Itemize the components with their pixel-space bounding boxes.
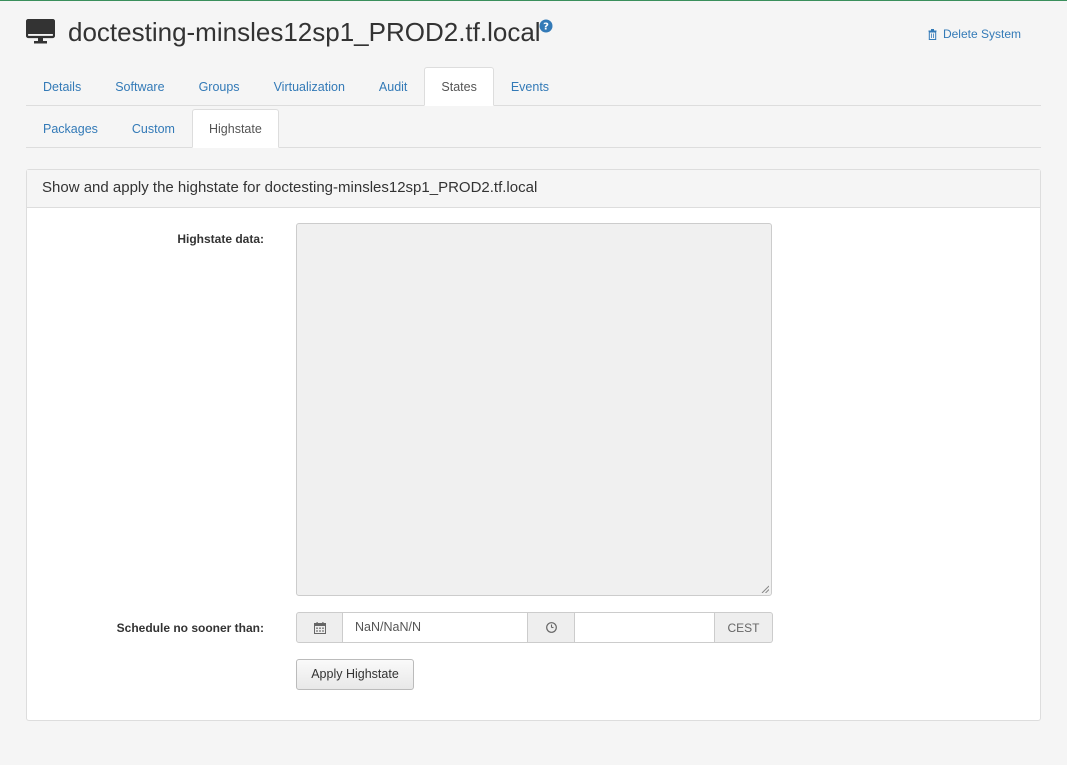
- timezone-badge: CEST: [715, 612, 773, 643]
- clock-icon: [545, 622, 557, 633]
- page-title: doctesting-minsles12sp1_PROD2.tf.local: [68, 17, 541, 47]
- highstate-data-textarea[interactable]: [296, 223, 772, 596]
- trash-icon: [928, 28, 937, 40]
- top-accent-rule: [0, 0, 1067, 1]
- secondary-tabs: Packages Custom Highstate: [26, 109, 1041, 148]
- panel-heading: Show and apply the highstate for doctest…: [27, 170, 1040, 208]
- delete-system-button[interactable]: Delete System: [928, 27, 1021, 41]
- tab-states[interactable]: States: [424, 67, 494, 106]
- question-circle-icon[interactable]: ?: [539, 19, 553, 33]
- delete-system-label: Delete System: [942, 27, 1021, 41]
- tab-custom[interactable]: Custom: [115, 109, 192, 148]
- date-input[interactable]: NaN/NaN/N: [343, 612, 528, 643]
- page-header: doctesting-minsles12sp1_PROD2.tf.local ?…: [26, 14, 1041, 54]
- primary-tabs: Details Software Groups Virtualization A…: [26, 67, 1041, 106]
- tab-highstate[interactable]: Highstate: [191, 109, 279, 148]
- resize-grip-icon[interactable]: [761, 585, 769, 593]
- tab-virtualization[interactable]: Virtualization: [257, 67, 362, 106]
- apply-highstate-button[interactable]: Apply Highstate: [296, 659, 414, 690]
- tab-packages[interactable]: Packages: [26, 109, 115, 148]
- date-picker-button[interactable]: [296, 612, 343, 643]
- tab-audit[interactable]: Audit: [362, 67, 425, 106]
- tab-groups[interactable]: Groups: [182, 67, 257, 106]
- time-input[interactable]: [575, 612, 715, 643]
- monitor-icon: [26, 19, 55, 44]
- schedule-input-group: NaN/NaN/N CEST: [296, 612, 773, 643]
- calendar-icon: [313, 621, 326, 634]
- highstate-panel: Show and apply the highstate for doctest…: [26, 169, 1041, 721]
- tab-software[interactable]: Software: [98, 67, 181, 106]
- tab-details[interactable]: Details: [26, 67, 98, 106]
- svg-text:?: ?: [543, 22, 549, 33]
- schedule-label: Schedule no sooner than:: [116, 621, 264, 635]
- highstate-data-label: Highstate data:: [177, 232, 264, 246]
- time-picker-button[interactable]: [528, 612, 575, 643]
- tab-events[interactable]: Events: [494, 67, 566, 106]
